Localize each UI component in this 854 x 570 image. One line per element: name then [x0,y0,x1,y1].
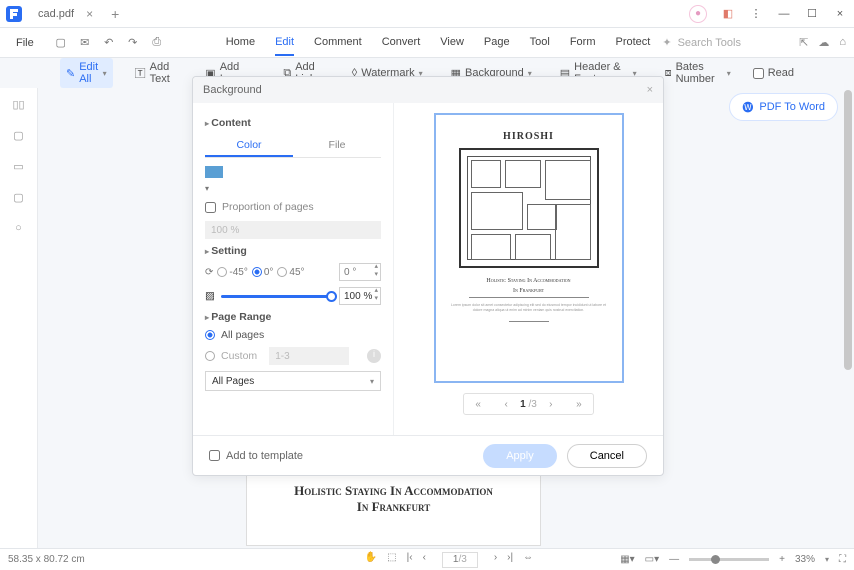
pdf-to-word-button[interactable]: 🅦 PDF To Word [729,93,838,121]
rotate-angle-input[interactable]: 0 ° [339,263,381,281]
document-tab[interactable]: cad.pdf × [28,0,103,28]
redo-icon[interactable]: ↷ [124,36,142,49]
apply-button[interactable]: Apply [483,444,557,468]
comment-panel-icon[interactable]: ▭ [13,160,23,173]
page-display-icon[interactable]: ▭▾ [645,554,659,565]
file-menu[interactable]: File [8,37,42,49]
status-next-page[interactable]: › [494,552,497,568]
add-text-button[interactable]: 🅃 Add Text [129,58,184,88]
proportion-checkbox[interactable]: Proportion of pages [205,201,381,213]
tab-home[interactable]: Home [226,30,255,56]
dialog-title: Background [203,84,262,96]
status-first-page[interactable]: |‹ [407,552,413,568]
opacity-slider[interactable] [221,295,333,298]
document-tab-label: cad.pdf [38,8,74,20]
app-icon [0,0,28,28]
tab-comment[interactable]: Comment [314,30,362,56]
new-tab-button[interactable]: + [111,6,119,22]
user-avatar-icon[interactable]: ● [686,0,714,28]
color-swatch[interactable] [205,166,223,178]
share-icon[interactable]: ⇱ [799,36,808,49]
fit-width-icon[interactable]: ⇔ [523,552,533,568]
search-panel-icon[interactable]: ○ [15,222,22,234]
close-window-button[interactable]: × [826,0,854,28]
status-page-input[interactable]: 1 /3 [442,552,478,568]
bookmark-icon[interactable]: ▢ [13,129,23,142]
word-icon: 🅦 [742,99,753,115]
status-prev-page[interactable]: ‹ [423,552,426,568]
color-dropdown-icon[interactable]: ▾ [205,184,381,193]
edit-all-button[interactable]: ✎ Edit All▾ [60,58,113,88]
notification-icon[interactable]: ◧ [714,0,742,28]
rotate-0[interactable]: 0° [252,267,274,278]
attachment-icon[interactable]: ▢ [13,191,23,204]
next-page-button[interactable]: › [537,399,565,410]
tab-protect[interactable]: Protect [615,30,650,56]
rotate-icon: ⟳ [205,267,213,278]
file-tab[interactable]: File [293,135,381,157]
last-page-button[interactable]: » [565,399,593,410]
cloud-icon[interactable]: ☁ [818,36,829,49]
custom-range-radio[interactable]: Custom 1-3 i [205,347,381,365]
opacity-icon: ▨ [205,290,215,302]
read-mode-toggle[interactable]: Read [753,67,794,79]
undo-icon[interactable]: ↶ [100,36,118,49]
fullscreen-icon[interactable]: ⛶ [839,554,846,565]
home-icon[interactable]: ⌂ [839,36,846,49]
save-icon[interactable]: ▢ [52,36,70,49]
tab-edit[interactable]: Edit [275,30,294,56]
hand-tool-icon[interactable]: ✋ [365,552,377,568]
page-range-header: Page Range [205,311,381,323]
page-subset-select[interactable]: All Pages▾ [205,371,381,391]
preview-page: HIROSHI Holistic Staying In Accommodatio… [434,113,624,383]
tab-page[interactable]: Page [484,30,510,56]
minimize-button[interactable]: — [770,0,798,28]
tab-tool[interactable]: Tool [530,30,550,56]
zoom-slider[interactable] [689,558,769,561]
vertical-scrollbar[interactable] [844,90,852,370]
more-menu-icon[interactable]: ⋮ [742,0,770,28]
add-to-template-checkbox[interactable]: Add to template [209,450,303,462]
content-section-header: Content [205,117,381,129]
dialog-close-icon[interactable]: × [647,84,653,96]
status-last-page[interactable]: ›| [507,552,513,568]
tab-form[interactable]: Form [570,30,596,56]
setting-section-header: Setting [205,245,381,257]
opacity-input[interactable]: 100 % [339,287,381,305]
first-page-button[interactable]: « [464,399,492,410]
zoom-out-button[interactable]: — [669,554,679,565]
maximize-button[interactable]: ☐ [798,0,826,28]
color-tab[interactable]: Color [205,135,293,157]
magic-icon[interactable]: ✦ [662,36,671,49]
bates-number-button[interactable]: ⧈ Bates Number▾ [659,58,737,88]
rotate-minus45[interactable]: -45° [217,267,247,278]
search-input[interactable]: Search Tools [678,37,741,49]
all-pages-radio[interactable]: All pages [205,329,381,341]
close-tab-icon[interactable]: × [86,7,93,21]
rotate-45[interactable]: 45° [277,267,304,278]
mail-icon[interactable]: ✉ [76,36,94,49]
page-dimensions: 58.35 x 80.72 cm [8,554,85,565]
select-tool-icon[interactable]: ⬚ [387,552,396,568]
tab-view[interactable]: View [440,30,464,56]
cancel-button[interactable]: Cancel [567,444,647,468]
view-mode-icon[interactable]: ▦▾ [620,554,634,565]
background-dialog: Background × Content Color File ▾ Propor… [192,76,664,476]
info-icon[interactable]: i [367,349,381,363]
custom-range-input: 1-3 [269,347,349,365]
print-icon[interactable]: ⎙ [148,36,166,49]
thumbnails-icon[interactable]: ▯▯ [12,98,24,111]
proportion-input: 100 % [205,221,381,239]
floorplan-preview [459,148,599,268]
preview-pager: « ‹ 1 /3 › » [463,393,594,415]
zoom-value[interactable]: 33% [795,554,815,565]
zoom-in-button[interactable]: + [779,554,785,565]
tab-convert[interactable]: Convert [382,30,421,56]
prev-page-button[interactable]: ‹ [492,399,520,410]
